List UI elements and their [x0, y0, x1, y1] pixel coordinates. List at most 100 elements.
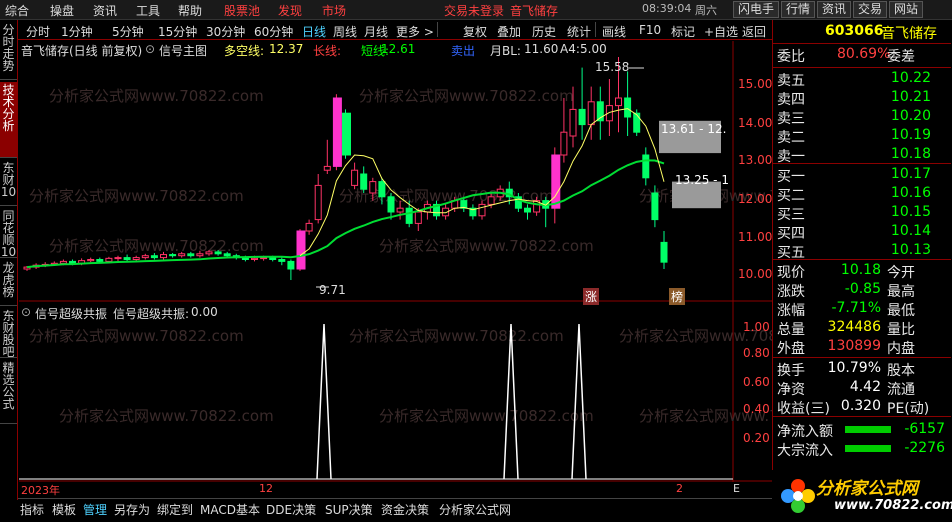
menu-item-gupiaochi[interactable]: 股票池 [224, 2, 260, 19]
period-1min[interactable]: 1分钟 [61, 23, 93, 40]
ask-row: 卖一 10.18 [773, 146, 951, 165]
candle-body [369, 181, 377, 194]
sidetab-jishu[interactable]: 技术分析 [0, 82, 17, 158]
candle-body [269, 257, 277, 261]
candle-body [387, 196, 395, 213]
sub-tick: 0.20 [743, 431, 770, 445]
sidetab-dongcai[interactable]: 东财10 [0, 160, 17, 206]
sub-indicator-dropdown-icon[interactable]: ⊙ [21, 305, 31, 319]
period-15min[interactable]: 15分钟 [158, 23, 197, 40]
candle-body [651, 192, 659, 221]
row-value: 10.21 [890, 89, 931, 105]
period-monthly[interactable]: 月线 [364, 23, 388, 40]
sidetab-longhubang[interactable]: 龙虎榜 [0, 260, 17, 306]
row-value: -0.85 [844, 281, 881, 297]
candle-body [287, 260, 295, 270]
stat-row: 总量 324486 量比 [773, 319, 951, 338]
menu-item-caopan[interactable]: 操盘 [50, 2, 74, 19]
bid-row: 买二 10.16 [773, 185, 951, 204]
btab-dde[interactable]: DDE决策 [266, 501, 316, 518]
menu-item-shichang[interactable]: 市场 [322, 2, 346, 19]
sidetab-jingxuan[interactable]: 精选公式 [0, 360, 17, 424]
ask-row: 卖五 10.22 [773, 70, 951, 89]
btab-macd[interactable]: MACD基本 [200, 501, 260, 518]
clock-time: 08:39:04 [642, 2, 692, 15]
tool-f10[interactable]: F10 [639, 23, 661, 37]
chart-area[interactable]: 分析家公式网www.70822.com 分析家公式网www.70822.com 分析… [19, 41, 773, 497]
candle-body [587, 101, 595, 126]
btab-guanli[interactable]: 管理 [83, 501, 107, 518]
sidetab-fenshi[interactable]: 分时走势 [0, 22, 17, 80]
period-daily[interactable]: 日线 [302, 23, 326, 40]
candle-body [105, 257, 113, 262]
flow-row: 大宗流入 -2276 [773, 440, 951, 459]
tool-tongji[interactable]: 统计 [567, 23, 591, 40]
logo-text: 分析家公式网 [816, 479, 918, 499]
toolbar-divider [437, 22, 438, 37]
candle-body [214, 251, 222, 255]
row-value: 10.15 [890, 204, 931, 220]
row-label-2: 内盘 [887, 341, 915, 357]
tool-lishi[interactable]: 历史 [532, 23, 556, 40]
tool-fuquan[interactable]: 复权 [463, 23, 487, 40]
period-60min[interactable]: 60分钟 [254, 23, 293, 40]
candle-body [150, 255, 158, 259]
period-more[interactable]: 更多 > [396, 23, 434, 40]
btab-sup[interactable]: SUP决策 [325, 501, 373, 518]
clock-weekday: 周六 [695, 4, 717, 17]
tool-add-watchlist[interactable]: +自选 [704, 23, 738, 40]
candle-body [342, 112, 351, 156]
flow-label: 大宗流入 [777, 443, 833, 459]
candle-body [278, 259, 286, 262]
candle-body [660, 241, 668, 263]
price-tick: 13.00 [738, 153, 773, 167]
tool-biaoji[interactable]: 标记 [671, 23, 695, 40]
sidetab-tonghuashun[interactable]: 同花顺10 [0, 208, 17, 258]
period-fenshi[interactable]: 分时 [26, 23, 50, 40]
watermark-text: 分析家公式网www.70822.com [49, 87, 264, 105]
row-label: 买五 [777, 245, 805, 261]
indicator-dropdown-icon[interactable]: ⊙ [145, 42, 155, 56]
site-logo: 分析家公式网 www.70822.com [772, 470, 952, 522]
sub-indicator-name[interactable]: 信号超级共振 [35, 305, 107, 322]
tool-diejia[interactable]: 叠加 [497, 23, 521, 40]
stat-row: 收益(三) 0.320 PE(动) [773, 398, 951, 417]
quote-button[interactable]: 行情 [781, 1, 816, 18]
btab-muban[interactable]: 模板 [52, 501, 76, 518]
row-value: 0.320 [840, 398, 881, 414]
login-status[interactable]: 交易未登录 [444, 2, 504, 19]
row-value: 10.16 [890, 185, 931, 201]
sidetab-guba[interactable]: 东财股吧 [0, 308, 17, 358]
btab-zhibiao[interactable]: 指标 [20, 501, 44, 518]
menu-item-bangzhu[interactable]: 帮助 [178, 2, 202, 19]
website-button[interactable]: 网站 [889, 1, 924, 18]
btab-fenxijia[interactable]: 分析家公式网 [439, 501, 511, 518]
period-weekly[interactable]: 周线 [333, 23, 357, 40]
period-30min[interactable]: 30分钟 [206, 23, 245, 40]
period-5min[interactable]: 5分钟 [112, 23, 144, 40]
candlestick-chart[interactable]: 分析家公式网www.70822.com 分析家公式网www.70822.com 分析… [19, 41, 772, 482]
watermark-text: 分析家公式网www.70822.com [49, 237, 264, 255]
info-button[interactable]: 资讯 [817, 1, 852, 18]
duokong-value: 12.37 [269, 42, 304, 56]
sub-tick: 0.80 [743, 346, 770, 360]
watermark-text: 分析家公式网www.70822.com [379, 237, 594, 255]
zone-label-2: 13.25 - 1 [675, 173, 729, 187]
menu-item-zonghe[interactable]: 综合 [5, 2, 29, 19]
row-value: 10.13 [890, 242, 931, 258]
tool-back[interactable]: 返回 [742, 23, 766, 40]
trade-button[interactable]: 交易 [853, 1, 888, 18]
btab-bangdingdao[interactable]: 绑定到 [157, 501, 193, 518]
menu-item-gongju[interactable]: 工具 [136, 2, 160, 19]
a4-label: A4: [560, 42, 580, 56]
zone-label-1: 13.61 - 12. [661, 122, 727, 136]
menu-item-faxian[interactable]: 发现 [278, 2, 302, 19]
menu-item-zixun[interactable]: 资讯 [93, 2, 117, 19]
flash-trade-button[interactable]: 闪电手 [733, 1, 780, 18]
main-indicator-name[interactable]: 信号主图 [159, 42, 207, 59]
tool-huaxian[interactable]: 画线 [602, 23, 626, 40]
btab-lingcunwei[interactable]: 另存为 [114, 501, 150, 518]
flow-row: 净流入额 -6157 [773, 421, 951, 440]
logo-url: www.70822.com [834, 498, 952, 513]
btab-zijin[interactable]: 资金决策 [381, 501, 429, 518]
